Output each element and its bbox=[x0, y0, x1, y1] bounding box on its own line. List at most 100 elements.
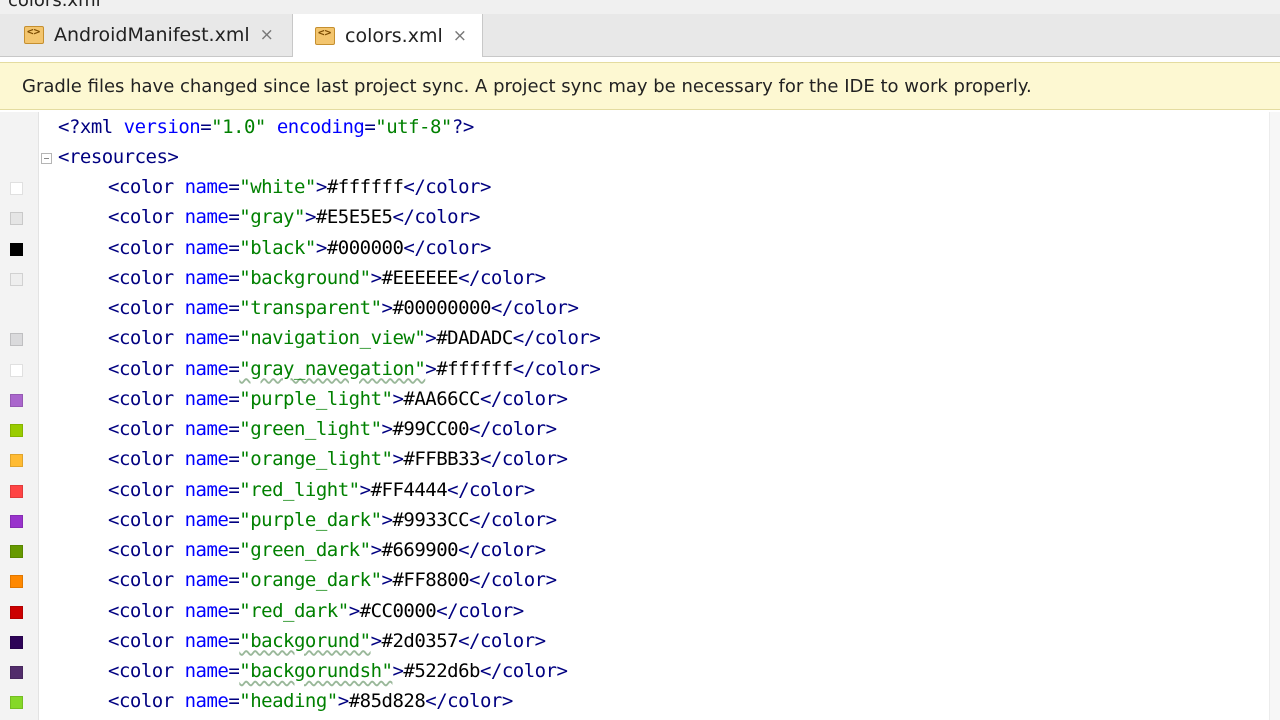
color-close-tag: </color> bbox=[392, 206, 480, 229]
color-hex-value: #ffffff bbox=[436, 357, 513, 380]
color-attr-name: name bbox=[184, 418, 229, 440]
color-name-value: "background" bbox=[239, 266, 371, 289]
color-close-tag: </color> bbox=[403, 176, 491, 198]
color-tag-end: > bbox=[304, 206, 316, 229]
color-attr-name: name bbox=[184, 206, 229, 229]
code-editor[interactable]: <?xml version="1.0" encoding="utf-8"?> <… bbox=[0, 112, 1280, 720]
decl-encoding-value: "utf-8" bbox=[375, 116, 452, 138]
color-close-tag: </color> bbox=[469, 418, 557, 440]
color-tag-end: > bbox=[381, 508, 393, 531]
color-name-value: "orange_dark" bbox=[239, 569, 382, 592]
color-tag-end: > bbox=[425, 357, 437, 380]
color-attr-eq: = bbox=[228, 327, 240, 350]
color-tag-end: > bbox=[370, 539, 382, 561]
color-element: <color name="purple_light">#AA66CC</colo… bbox=[108, 388, 568, 410]
color-swatch[interactable] bbox=[10, 424, 23, 437]
color-tag-end: > bbox=[392, 448, 404, 471]
color-swatch[interactable] bbox=[10, 363, 23, 377]
color-attr-eq: = bbox=[228, 418, 240, 440]
color-swatch[interactable] bbox=[10, 333, 23, 347]
color-attr-eq: = bbox=[228, 357, 240, 380]
color-name-value: "backgorund" bbox=[239, 629, 371, 652]
color-tag-end: > bbox=[370, 629, 382, 652]
color-name-value: "white" bbox=[239, 176, 316, 198]
color-attr-eq: = bbox=[228, 206, 240, 229]
color-attr-eq: = bbox=[228, 176, 240, 198]
color-element: <color name="red_dark">#CC0000</color> bbox=[108, 600, 524, 622]
color-tag-end: > bbox=[381, 297, 393, 319]
color-swatch[interactable] bbox=[10, 272, 23, 286]
editor-tab-bar: AndroidManifest.xml × colors.xml × bbox=[0, 14, 1280, 57]
color-name-value: "transparent" bbox=[239, 297, 382, 319]
notification-message: Gradle files have changed since last pro… bbox=[22, 75, 1032, 97]
color-tag-end: > bbox=[315, 236, 327, 259]
color-swatch[interactable] bbox=[10, 182, 23, 195]
color-line: <color name="green_light">#99CC00</color… bbox=[0, 416, 1280, 446]
color-name-value: "purple_dark" bbox=[239, 508, 382, 531]
color-swatch[interactable] bbox=[10, 545, 23, 558]
color-close-tag: </color> bbox=[512, 357, 601, 380]
color-attr-name: name bbox=[184, 478, 229, 501]
color-hex-value: #DADADC bbox=[436, 327, 513, 350]
color-attr-name: name bbox=[184, 357, 229, 380]
color-element: <color name="navigation_view">#DADADC</c… bbox=[108, 327, 601, 350]
code-line-resources: <resources> bbox=[0, 144, 1280, 174]
close-icon[interactable]: × bbox=[453, 26, 467, 46]
tab-colors[interactable]: colors.xml × bbox=[293, 14, 483, 57]
color-close-tag: </color> bbox=[403, 236, 491, 259]
color-close-tag: </color> bbox=[425, 690, 513, 713]
color-hex-value: #99CC00 bbox=[392, 418, 470, 440]
color-swatch[interactable] bbox=[10, 635, 23, 649]
color-swatch[interactable] bbox=[10, 605, 23, 619]
color-element: <color name="purple_dark">#9933CC</color… bbox=[108, 509, 557, 531]
color-swatch[interactable] bbox=[10, 242, 23, 256]
color-swatch[interactable] bbox=[10, 454, 23, 468]
close-icon[interactable]: × bbox=[260, 25, 274, 45]
color-close-tag: </color> bbox=[447, 478, 535, 501]
color-element: <color name="green_light">#99CC00</color… bbox=[108, 418, 557, 440]
color-open-tag: <color bbox=[108, 569, 185, 592]
color-element: <color name="backgorund">#2d0357</color> bbox=[108, 630, 546, 652]
color-element: <color name="backgorundsh">#522d6b</colo… bbox=[108, 660, 568, 682]
decl-version-value: "1.0" bbox=[211, 116, 266, 138]
color-line: <color name="green_dark">#669900</color> bbox=[0, 537, 1280, 567]
color-attr-name: name bbox=[184, 569, 229, 592]
xml-declaration: <?xml version="1.0" encoding="utf-8"?> bbox=[58, 116, 474, 138]
color-element: <color name="transparent">#00000000</col… bbox=[108, 297, 579, 319]
color-hex-value: #522d6b bbox=[403, 660, 480, 682]
fold-toggle-icon[interactable] bbox=[41, 153, 52, 164]
color-hex-value: #000000 bbox=[326, 236, 404, 259]
color-open-tag: <color bbox=[108, 508, 185, 531]
color-close-tag: </color> bbox=[458, 629, 546, 652]
color-hex-value: #2d0357 bbox=[381, 629, 459, 652]
xml-file-icon bbox=[24, 25, 44, 44]
color-swatch[interactable] bbox=[10, 484, 23, 498]
color-close-tag: </color> bbox=[512, 327, 601, 350]
color-open-tag: <color bbox=[108, 357, 185, 380]
color-swatch[interactable] bbox=[10, 575, 23, 589]
color-attr-eq: = bbox=[228, 508, 240, 531]
tab-androidmanifest[interactable]: AndroidManifest.xml × bbox=[0, 14, 293, 56]
color-open-tag: <color bbox=[108, 660, 185, 682]
color-open-tag: <color bbox=[108, 418, 185, 440]
color-hex-value: #FF8800 bbox=[392, 569, 470, 592]
color-line: <color name="heading">#85d828</color> bbox=[0, 688, 1280, 718]
decl-close: ?> bbox=[451, 116, 474, 138]
color-tag-end: > bbox=[370, 266, 382, 289]
color-line: <color name="navigation_view">#DADADC</c… bbox=[0, 325, 1280, 355]
color-swatch[interactable] bbox=[10, 696, 23, 710]
color-swatch[interactable] bbox=[10, 393, 23, 407]
color-attr-name: name bbox=[184, 297, 229, 319]
color-attr-eq: = bbox=[228, 569, 240, 592]
color-attr-name: name bbox=[184, 508, 229, 531]
color-hex-value: #AA66CC bbox=[403, 387, 480, 410]
color-attr-name: name bbox=[184, 629, 229, 652]
color-swatch[interactable] bbox=[10, 212, 23, 226]
color-line: <color name="backgorundsh">#522d6b</colo… bbox=[0, 658, 1280, 688]
color-attr-eq: = bbox=[228, 387, 240, 410]
color-swatch[interactable] bbox=[10, 666, 23, 679]
color-close-tag: </color> bbox=[479, 448, 568, 471]
color-swatch[interactable] bbox=[10, 514, 23, 528]
color-name-value: "red_light" bbox=[239, 478, 360, 501]
color-attr-eq: = bbox=[228, 297, 240, 319]
